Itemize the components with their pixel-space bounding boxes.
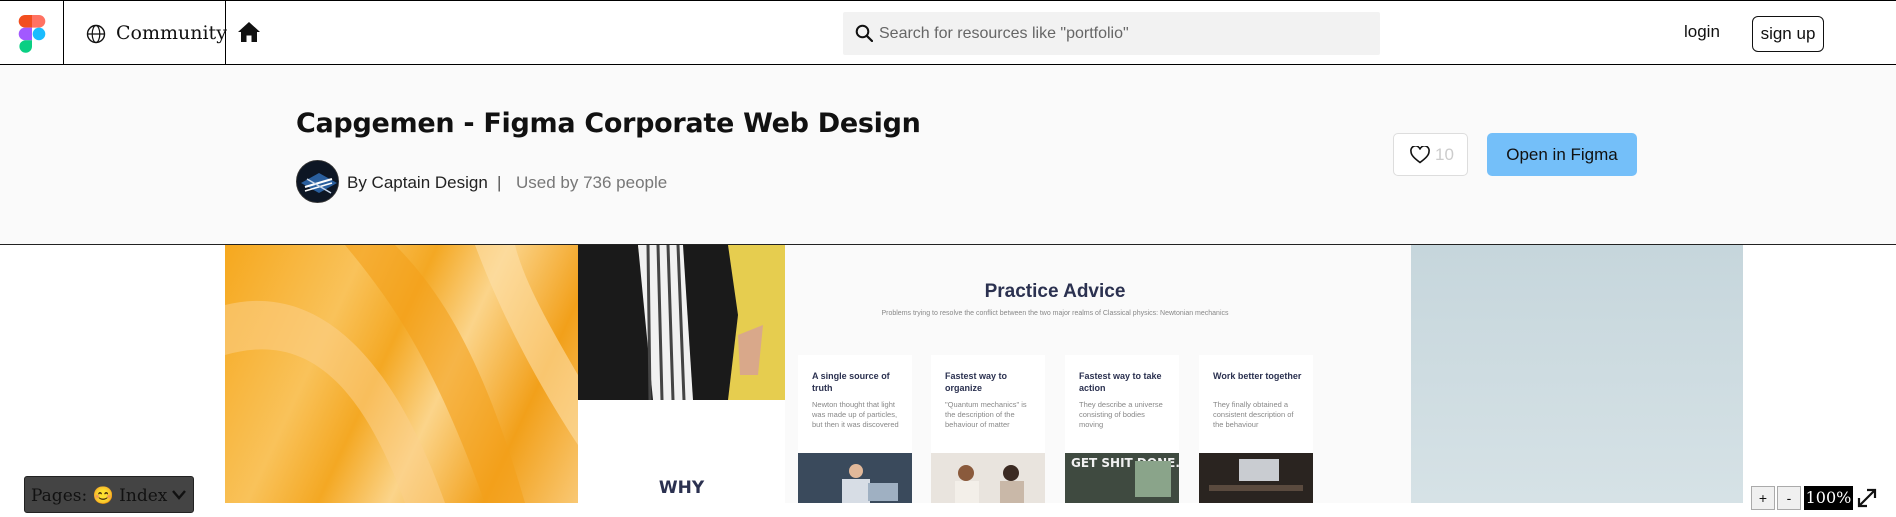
advice-card: A single source of truth Newton thought … <box>798 355 912 503</box>
avatar-image <box>297 161 338 202</box>
globe-icon <box>86 24 106 44</box>
advice-card: Fastest way to organize "Quantum mechani… <box>931 355 1045 503</box>
search-bar[interactable] <box>843 12 1380 55</box>
like-button[interactable]: 10 <box>1393 133 1468 176</box>
zoom-out-button[interactable]: - <box>1777 486 1801 510</box>
community-link[interactable]: Community <box>64 1 227 65</box>
figma-logo-link[interactable] <box>0 1 64 65</box>
file-preview-canvas[interactable]: WHY Practice Advice Problems trying to r… <box>225 245 1743 503</box>
avatar[interactable] <box>296 160 339 203</box>
orange-abstract-panel <box>225 245 578 503</box>
pages-dropdown[interactable]: Pages: 😊 Index <box>24 476 194 513</box>
figma-logo-icon <box>18 15 46 53</box>
advice-title: Practice Advice <box>984 281 1126 302</box>
usage-count: Used by 736 people <box>516 173 668 192</box>
card-image <box>931 453 1045 503</box>
author-name[interactable]: By Captain Design <box>347 173 488 193</box>
person-photo-panel <box>578 245 785 400</box>
file-header: Capgemen - Figma Corporate Web Design By… <box>0 65 1896 245</box>
card-title: Fastest way to take action <box>1079 371 1162 393</box>
search-input[interactable] <box>879 12 1369 55</box>
advice-card: Fastest way to take action They describe… <box>1065 355 1179 503</box>
top-navigation-bar: Community login sign up <box>0 0 1896 65</box>
card-body: Newton thought that light was made up of… <box>812 400 899 429</box>
login-link[interactable]: login <box>1684 22 1720 42</box>
like-count: 10 <box>1435 145 1454 164</box>
card-title: Work better together <box>1213 371 1302 381</box>
pages-label: Pages: 😊 Index <box>31 486 168 506</box>
expand-icon <box>1857 488 1877 508</box>
fullscreen-button[interactable] <box>1855 486 1879 510</box>
open-in-figma-button[interactable]: Open in Figma <box>1487 133 1637 176</box>
advice-subtitle: Problems trying to resolve the conflict … <box>881 310 1229 317</box>
card-image: GET SHIT DONE. <box>1065 453 1179 503</box>
blue-gradient-panel <box>1411 245 1743 503</box>
zoom-level: 100% <box>1804 486 1853 510</box>
card-body: They finally obtained a consistent descr… <box>1213 400 1294 429</box>
card-image <box>1199 453 1313 503</box>
community-label: Community <box>116 22 227 44</box>
card-image <box>798 453 912 503</box>
signup-button[interactable]: sign up <box>1752 16 1824 52</box>
why-section-panel: WHY <box>578 400 785 503</box>
search-icon <box>855 24 873 42</box>
card-title: Fastest way to organize <box>945 371 1008 393</box>
card-body: "Quantum mechanics" is the description o… <box>945 400 1027 429</box>
heart-icon <box>1410 146 1430 164</box>
card-body: They describe a universe consisting of b… <box>1079 400 1163 429</box>
practice-advice-panel: Practice Advice Problems trying to resol… <box>785 245 1413 503</box>
why-heading: WHY <box>658 478 705 498</box>
separator: | <box>497 173 502 192</box>
card-title: A single source of truth <box>812 371 890 393</box>
chevron-down-icon <box>172 490 186 500</box>
zoom-in-button[interactable]: + <box>1751 486 1775 510</box>
advice-card: Work better together They finally obtain… <box>1199 355 1313 503</box>
home-icon[interactable] <box>237 21 261 43</box>
file-title: Capgemen - Figma Corporate Web Design <box>296 108 921 139</box>
